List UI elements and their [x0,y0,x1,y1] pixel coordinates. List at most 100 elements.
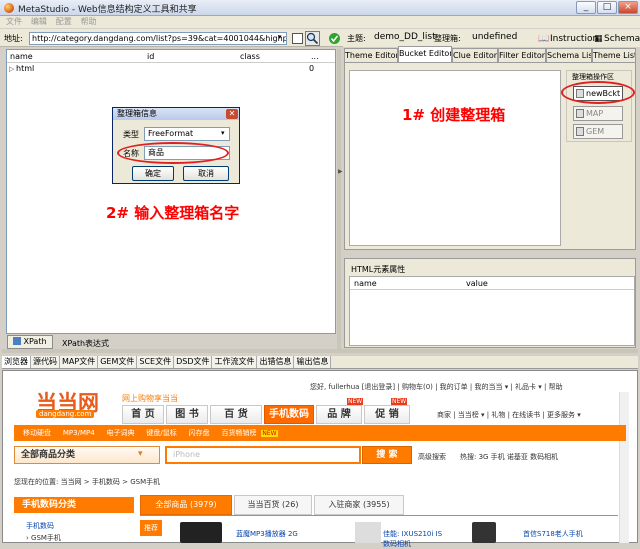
schema-link[interactable]: Schema [604,34,640,44]
vertical-splitter[interactable] [337,49,341,349]
tab-dangdang-products[interactable]: 当当百货 (26) [234,495,312,515]
minimize-button[interactable]: _ [576,1,596,14]
cancel-button[interactable]: 取消 [183,166,229,181]
html-attr-title: HTML元素属性 [351,265,406,274]
address-label: 地址: [4,34,23,43]
grid-header: name value [350,277,634,290]
tab-map-file[interactable]: MAP文件 [60,356,99,368]
grid-col-value[interactable]: value [466,279,488,288]
address-checkbox[interactable] [292,33,303,44]
subnav-new-badge: NEW [261,430,278,437]
schema-icon: ▦ [594,34,603,44]
tab-bucket-editor[interactable]: Bucket Editor [398,46,452,62]
site-slogan: 网上购物享当当 [122,394,178,403]
horizontal-splitter[interactable] [2,349,638,353]
grid-col-name[interactable]: name [354,279,377,288]
product-tabs-underline [140,515,618,516]
subnav-item[interactable]: 电子词典 [107,429,135,437]
tab-merchant-products[interactable]: 入驻商家 (3955) [314,495,404,515]
nav-general[interactable]: 百 货 [210,405,262,424]
category-item[interactable]: 手机数码 [26,521,54,531]
tab-theme-editor[interactable]: Theme Editor [344,48,398,62]
dangdang-logo-sub: dangdang.com [36,410,95,418]
search-input[interactable]: iPhone [165,446,361,464]
type-label: 类型 [123,130,139,139]
new-badge-brand: NEW [347,398,364,405]
menu-config[interactable]: 配置 [56,17,72,26]
gem-button[interactable]: GEM [573,124,623,139]
subnav-item[interactable]: 键盘/鼠标 [146,429,176,437]
xpath-button[interactable]: XPath [7,335,53,349]
tab-clue-editor[interactable]: Clue Editor [452,48,498,62]
browser-scrollbar[interactable] [619,392,629,543]
bucket-canvas[interactable] [349,70,561,246]
tree-node-name: html [16,64,35,73]
col-class[interactable]: class [240,52,260,61]
address-dropdown-icon[interactable]: ▾ [278,33,282,41]
tab-all-products[interactable]: 全部商品 (3979) [140,495,232,515]
right-links[interactable]: 商家 | 当当榜 ▾ | 礼物 | 在线读书 | 更多服务 ▾ [437,410,581,420]
expand-icon[interactable]: ▷ [9,65,14,73]
tab-workflow-file[interactable]: 工作流文件 [212,356,258,368]
tab-source[interactable]: 源代码 [31,356,60,368]
hot-searches[interactable]: 热搜: 3G 手机 诺基亚 数码相机 [460,452,558,462]
menu-file[interactable]: 文件 [6,17,22,26]
app-icon [4,3,14,13]
tab-gem-file[interactable]: GEM文件 [98,356,138,368]
col-more[interactable]: ... [311,52,319,61]
product-link[interactable]: 首信S718老人手机 [523,529,583,539]
nav-promo[interactable]: 促 销 [364,405,410,424]
subnav-item[interactable]: MP3/MP4 [63,429,95,437]
tab-error-info[interactable]: 出错信息 [257,356,295,368]
splitter-arrow-icon[interactable]: ▶ [338,168,343,175]
product-image[interactable] [180,522,222,543]
dom-tree-header: name id class ... [7,50,335,63]
chevron-down-icon[interactable]: ▾ [221,129,225,137]
map-button[interactable]: MAP [573,106,623,121]
nav-books[interactable]: 图 书 [166,405,208,424]
xpath-label: XPath表达式 [62,339,110,348]
category-item[interactable]: › GSM手机 [26,533,61,543]
xpath-button-label: XPath [23,337,47,346]
nav-digital[interactable]: 手机数码 [264,405,314,424]
tab-theme-list[interactable]: Theme List [592,48,636,62]
nav-home[interactable]: 首 页 [122,405,164,424]
product-image[interactable] [355,522,381,543]
tab-output-info[interactable]: 输出信息 [294,356,332,368]
user-bar[interactable]: 您好, fullerhua [退出登录] | 购物车(0) | 我的订单 | 我… [310,382,563,392]
type-select[interactable]: FreeFormat [144,127,230,141]
product-link[interactable]: 佳能: IXUS210i IS 数码相机 [383,529,443,549]
tab-sce-file[interactable]: SCE文件 [137,356,175,368]
gem-icon [576,127,584,136]
gem-label: GEM [586,127,605,136]
chevron-down-icon[interactable]: ▾ [138,449,143,459]
tab-browser[interactable]: 浏览器 [2,356,31,368]
ok-button[interactable]: 确定 [132,166,174,181]
col-id[interactable]: id [147,52,154,61]
instruction-link[interactable]: Instruction [550,34,598,44]
close-button[interactable]: × [618,1,638,14]
tab-dsd-file[interactable]: DSD文件 [174,356,213,368]
advanced-search-link[interactable]: 高级搜索 [418,452,446,462]
nav-brand[interactable]: 品 牌 [316,405,362,424]
breadcrumb[interactable]: 您现在的位置: 当当网 > 手机数码 > GSM手机 [14,477,160,487]
search-button[interactable]: 搜 索 [362,446,412,464]
subnav-item[interactable]: 移动硬盘 [23,429,51,437]
subnav-item[interactable]: 百货畅销榜 [222,429,257,437]
subnav-item[interactable]: 闪存盘 [189,429,210,437]
tab-filter-editor[interactable]: Filter Editor [498,48,546,62]
menu-help[interactable]: 帮助 [81,17,97,26]
go-button[interactable] [305,31,320,46]
dialog-close-button[interactable]: ✕ [226,109,238,119]
maximize-button[interactable]: □ [597,1,617,14]
html-attr-grid: name value [349,276,635,346]
col-name[interactable]: name [10,52,33,61]
tree-row[interactable]: ▷ html 0 [7,63,335,75]
topic-value: demo_DD_list [374,32,436,42]
tab-schema-list[interactable]: Schema List [546,48,592,62]
address-input[interactable]: http://category.dangdang.com/list?ps=39&… [29,32,287,45]
product-image[interactable] [472,522,496,543]
product-link[interactable]: 蓝魔MP3播放器 2G [236,529,298,539]
menu-edit[interactable]: 编辑 [31,17,47,26]
tree-node-count: 0 [309,64,315,73]
